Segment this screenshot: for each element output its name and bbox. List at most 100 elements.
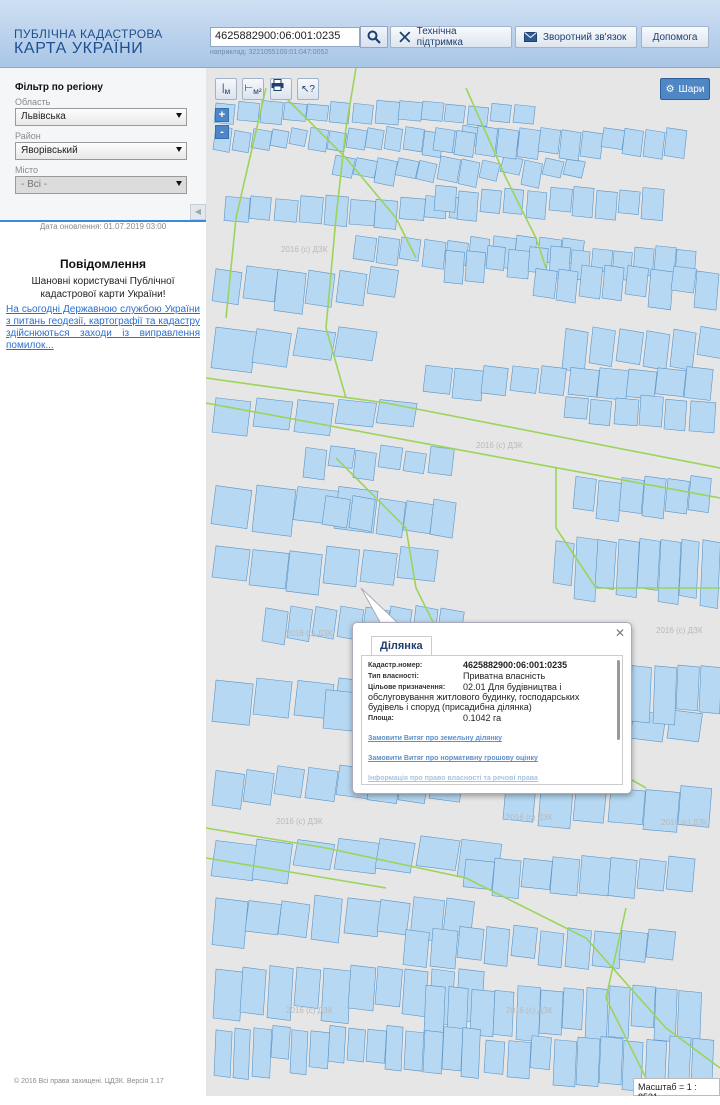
land-parcel[interactable] xyxy=(478,159,501,182)
land-parcel[interactable] xyxy=(529,1035,552,1070)
land-parcel[interactable] xyxy=(509,365,539,394)
land-parcel[interactable] xyxy=(210,326,257,374)
land-parcel[interactable] xyxy=(548,187,573,213)
land-parcel[interactable] xyxy=(285,550,323,596)
land-parcel[interactable] xyxy=(579,130,604,160)
land-parcel[interactable] xyxy=(415,160,438,183)
land-parcel[interactable] xyxy=(373,157,398,187)
land-parcel[interactable] xyxy=(423,984,446,1036)
land-parcel[interactable] xyxy=(670,265,697,294)
land-parcel[interactable] xyxy=(244,900,282,936)
land-parcel[interactable] xyxy=(242,769,275,806)
land-parcel[interactable] xyxy=(402,450,427,475)
land-parcel[interactable] xyxy=(642,129,666,160)
land-parcel[interactable] xyxy=(433,184,458,213)
order-extract-link[interactable]: Замовити Витяг про земельну ділянку xyxy=(368,735,502,742)
cadastral-map[interactable]: 2016 (c) ДЗК 2016 (c) ДЗК 2016 (c) ДЗК 2016… xyxy=(206,68,720,1096)
popup-scrollbar[interactable] xyxy=(617,660,620,740)
land-parcel[interactable] xyxy=(231,129,252,154)
land-parcel[interactable] xyxy=(510,924,538,959)
land-parcel[interactable] xyxy=(376,899,411,936)
land-parcel[interactable] xyxy=(273,198,299,223)
land-parcel[interactable] xyxy=(403,1030,425,1072)
land-parcel[interactable] xyxy=(594,539,617,590)
layers-button[interactable]: ⚙ Шари xyxy=(660,78,710,100)
land-parcel[interactable] xyxy=(347,964,377,1012)
land-parcel[interactable] xyxy=(375,399,418,428)
land-parcel[interactable] xyxy=(239,966,267,1016)
land-parcel[interactable] xyxy=(549,856,581,897)
land-parcel[interactable] xyxy=(561,328,589,374)
feedback-button[interactable]: Зворотний зв'язок xyxy=(515,26,637,48)
land-parcel[interactable] xyxy=(333,838,381,875)
land-parcel[interactable] xyxy=(421,239,447,270)
land-parcel[interactable] xyxy=(308,1030,330,1070)
land-parcel[interactable] xyxy=(598,1036,624,1086)
land-parcel[interactable] xyxy=(351,103,374,125)
land-parcel[interactable] xyxy=(352,449,377,481)
land-parcel[interactable] xyxy=(211,268,243,306)
land-parcel[interactable] xyxy=(665,855,696,893)
ownership-info-link[interactable]: Інформація про право власності та речові… xyxy=(368,775,538,782)
land-parcel[interactable] xyxy=(298,195,324,225)
land-parcel[interactable] xyxy=(489,102,512,124)
land-parcel[interactable] xyxy=(331,154,356,179)
land-parcel[interactable] xyxy=(573,536,599,603)
land-parcel[interactable] xyxy=(251,484,297,537)
land-parcel[interactable] xyxy=(288,127,308,147)
land-parcel[interactable] xyxy=(394,157,420,179)
land-parcel[interactable] xyxy=(384,1024,404,1072)
land-parcel[interactable] xyxy=(572,476,597,512)
land-parcel[interactable] xyxy=(698,665,720,715)
land-parcel[interactable] xyxy=(453,130,477,158)
land-parcel[interactable] xyxy=(669,328,697,371)
land-parcel[interactable] xyxy=(617,189,641,215)
land-parcel[interactable] xyxy=(374,966,403,1008)
land-parcel[interactable] xyxy=(483,1039,506,1075)
land-parcel[interactable] xyxy=(211,679,254,726)
land-parcel[interactable] xyxy=(683,366,714,401)
land-parcel[interactable] xyxy=(373,198,399,230)
land-parcel[interactable] xyxy=(638,394,664,428)
land-parcel[interactable] xyxy=(537,127,562,155)
land-parcel[interactable] xyxy=(647,268,674,311)
measure-area-tool[interactable]: ⊢м² xyxy=(242,78,264,100)
land-parcel[interactable] xyxy=(232,1027,251,1080)
land-parcel[interactable] xyxy=(334,399,377,428)
land-parcel[interactable] xyxy=(252,677,293,719)
land-parcel[interactable] xyxy=(460,1027,481,1079)
land-parcel[interactable] xyxy=(575,1036,601,1088)
land-parcel[interactable] xyxy=(248,195,272,221)
land-parcel[interactable] xyxy=(352,235,378,262)
land-parcel[interactable] xyxy=(520,159,543,189)
land-parcel[interactable] xyxy=(525,190,548,220)
collapse-sidebar-button[interactable]: ◀ xyxy=(190,204,206,220)
land-parcel[interactable] xyxy=(552,540,575,587)
land-parcel[interactable] xyxy=(322,545,361,588)
land-parcel[interactable] xyxy=(321,495,351,529)
land-parcel[interactable] xyxy=(401,968,429,1018)
cadastral-search-input[interactable]: 4625882900:06:001:0235 xyxy=(210,27,360,47)
land-parcel[interactable] xyxy=(607,985,631,1039)
land-parcel[interactable] xyxy=(335,269,368,307)
land-parcel[interactable] xyxy=(588,326,616,368)
land-parcel[interactable] xyxy=(537,930,565,969)
land-parcel[interactable] xyxy=(292,327,337,361)
land-parcel[interactable] xyxy=(693,270,720,311)
land-parcel[interactable] xyxy=(375,498,407,538)
support-button[interactable]: Технічна підтримка xyxy=(390,26,512,48)
land-parcel[interactable] xyxy=(374,838,416,874)
land-parcel[interactable] xyxy=(212,968,244,1022)
land-parcel[interactable] xyxy=(364,127,385,151)
zoom-in-button[interactable]: + xyxy=(215,108,229,122)
land-parcel[interactable] xyxy=(248,549,290,590)
land-parcel[interactable] xyxy=(420,100,445,122)
land-parcel[interactable] xyxy=(596,367,630,401)
land-parcel[interactable] xyxy=(443,249,465,285)
land-parcel[interactable] xyxy=(432,127,456,154)
land-parcel[interactable] xyxy=(483,926,511,967)
land-parcel[interactable] xyxy=(304,767,339,803)
land-parcel[interactable] xyxy=(305,103,330,122)
land-parcel[interactable] xyxy=(352,157,379,179)
land-parcel[interactable] xyxy=(398,236,422,262)
